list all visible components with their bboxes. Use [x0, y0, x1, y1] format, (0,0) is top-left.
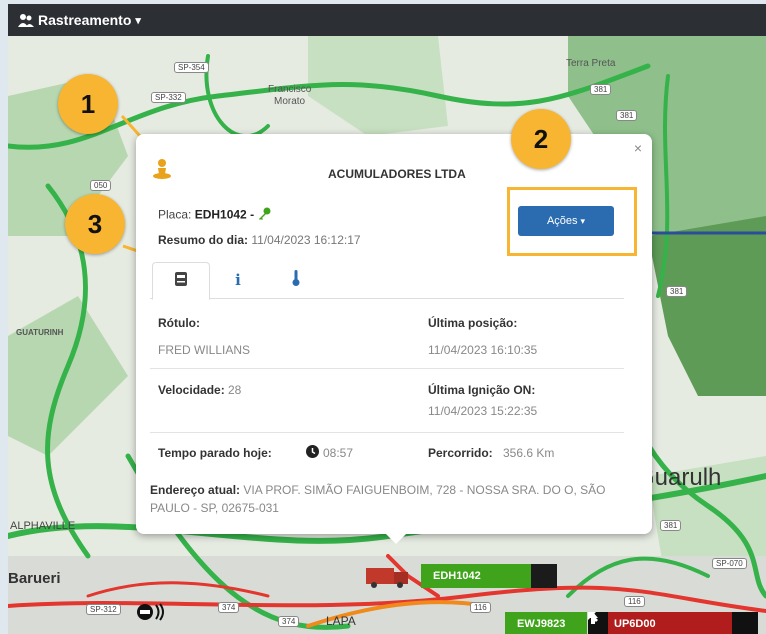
road-shield: 116	[624, 596, 645, 607]
road-shield: 381	[660, 520, 682, 531]
road-shield: 374	[278, 616, 300, 627]
tracking-menu-label: Rastreamento	[38, 12, 132, 28]
road-shield: SP-332	[151, 92, 186, 103]
tab-summary[interactable]	[152, 262, 210, 300]
vehicle-tag-ewj9823[interactable]: EWJ9823	[505, 612, 587, 634]
popup-tabs: i	[150, 262, 624, 300]
map-label-terra-preta: Terra Preta	[566, 58, 616, 69]
chevron-down-icon: ▾	[135, 14, 141, 27]
address-label: Endereço atual:	[150, 483, 241, 497]
label-field-value: FRED WILLIANS	[158, 343, 251, 357]
callout-badge-3: 3	[65, 194, 125, 254]
road-shield: 374	[218, 602, 240, 613]
map-label-barueri: Barueri	[8, 570, 61, 587]
vehicle-tag-up6d00[interactable]: UP6D00	[588, 612, 758, 634]
divider	[150, 368, 624, 369]
driver-icon	[152, 158, 172, 185]
road-shield: SP-354	[174, 62, 209, 73]
road-shield: SP-312	[86, 604, 121, 615]
clock-icon	[306, 445, 319, 463]
tab-temperature[interactable]	[268, 262, 324, 298]
key-icon	[257, 207, 271, 224]
road-shield: 381	[590, 84, 612, 95]
distance-value: 356.6 Km	[503, 446, 555, 460]
stopped-time-label: Tempo parado hoje:	[158, 446, 272, 460]
road-shield: SP-070	[712, 558, 747, 569]
green-area	[8, 296, 128, 456]
current-address: Endereço atual: VIA PROF. SIMÃO FAIGUENB…	[150, 481, 620, 517]
stopped-time-value: 08:57	[323, 446, 354, 460]
label-field-label: Rótulo:	[158, 316, 200, 330]
summary-value: 11/04/2023 16:12:17	[251, 233, 361, 247]
vehicle-plate: EWJ9823	[517, 618, 566, 630]
speed-value: 28	[228, 383, 242, 397]
summary-label: Resumo do dia:	[158, 233, 249, 247]
info-icon: i	[235, 271, 241, 289]
vehicle-tag-edh1042[interactable]: EDH1042	[421, 564, 557, 588]
map-label-guaturinho: GUATURINH	[16, 328, 64, 337]
map-label-alphaville: ALPHAVILLE	[10, 520, 76, 532]
road-shield: 050	[90, 180, 112, 191]
plate-label: Placa:	[158, 207, 192, 222]
last-position-value: 11/04/2023 16:10:35	[428, 343, 538, 357]
callout-badge-2: 2	[511, 109, 571, 169]
plate-value: EDH1042 -	[194, 207, 255, 222]
last-position-label: Última posição:	[428, 316, 518, 330]
close-icon[interactable]: ×	[634, 140, 642, 156]
company-name: ACUMULADORES LTDA	[328, 167, 466, 181]
top-navbar: Rastreamento ▾	[8, 4, 766, 36]
actions-highlight-box	[507, 187, 637, 256]
road-shield: 381	[616, 110, 638, 121]
summary-row: Resumo do dia: 11/04/2023 16:12:17	[158, 233, 361, 247]
last-ignition-label: Última Ignição ON:	[428, 383, 536, 397]
distance-label: Percorrido:	[428, 446, 493, 460]
callout-badge-1: 1	[58, 74, 118, 134]
road-shield: 381	[666, 286, 688, 297]
tracking-users-icon	[18, 12, 34, 28]
summary-card-icon	[175, 271, 187, 291]
speed-label: Velocidade:	[158, 383, 225, 397]
tracking-menu[interactable]: Rastreamento ▾	[8, 12, 141, 28]
arrow-up-icon	[588, 612, 758, 634]
tab-info[interactable]: i	[210, 262, 266, 298]
popup-pointer	[386, 534, 406, 544]
last-ignition-value: 11/04/2023 15:22:35	[428, 404, 538, 418]
screenshot-stage: Rastreamento ▾ Terra Preta Francisco Mor…	[0, 0, 766, 634]
map-label-morato: Morato	[274, 96, 306, 107]
road-shield: 116	[470, 602, 491, 613]
map-label-lapa: LAPA	[326, 614, 356, 628]
arrow-left-icon	[421, 564, 557, 588]
vehicle-plate: UP6D00	[614, 618, 656, 630]
vehicle-plate: EDH1042	[433, 570, 481, 582]
divider	[150, 432, 624, 433]
map-label-francisco: Francisco	[268, 84, 312, 95]
thermometer-icon	[292, 269, 300, 291]
plate-row: Placa: EDH1042 -	[158, 207, 271, 224]
